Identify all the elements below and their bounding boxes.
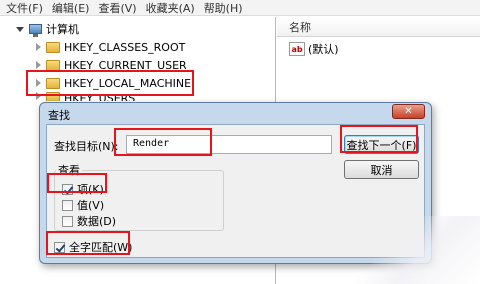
collapse-arrow-icon[interactable] (16, 26, 24, 32)
corner-watermark (330, 216, 480, 284)
values-checkbox[interactable] (62, 199, 73, 211)
dialog-title: 查找 (48, 109, 70, 122)
column-header-name[interactable]: 名称 (277, 17, 480, 37)
cancel-button[interactable]: 取消 (344, 160, 419, 179)
menu-view[interactable]: 查看(V) (98, 0, 136, 16)
highlight-match-whole (46, 231, 130, 255)
tree-item-label: HKEY_CLASSES_ROOT (64, 40, 186, 54)
menu-help[interactable]: 帮助(H) (204, 0, 243, 16)
menu-file[interactable]: 文件(F) (6, 0, 43, 16)
tree-item-computer[interactable]: 计算机 (16, 20, 79, 38)
expand-arrow-icon[interactable] (36, 61, 41, 69)
option-data[interactable]: 数据(D) (62, 213, 116, 229)
tree-item-classes-root[interactable]: HKEY_CLASSES_ROOT (36, 38, 185, 56)
menu-bar: 文件(F) 编辑(E) 查看(V) 收藏夹(A) 帮助(H) (0, 0, 480, 16)
column-header-label: 名称 (289, 20, 311, 34)
menu-favorites[interactable]: 收藏夹(A) (146, 0, 195, 16)
folder-icon (46, 41, 60, 53)
highlight-find-input (114, 128, 212, 156)
list-item[interactable]: ab (默认) (289, 41, 339, 57)
expand-arrow-icon[interactable] (36, 43, 41, 51)
highlight-keys-option (47, 173, 107, 193)
highlight-find-next (340, 125, 418, 153)
value-name: (默认) (308, 43, 339, 56)
computer-icon (29, 24, 42, 37)
folder-icon (46, 59, 60, 71)
data-checkbox[interactable] (62, 215, 73, 227)
option-values[interactable]: 值(V) (62, 197, 104, 213)
string-value-icon: ab (289, 42, 305, 56)
data-label: 数据(D) (77, 215, 117, 228)
values-label: 值(V) (77, 199, 105, 212)
close-button[interactable]: ✕ (392, 104, 425, 119)
close-icon: ✕ (404, 106, 413, 117)
highlight-local-machine (26, 70, 194, 96)
tree-item-label: 计算机 (46, 23, 79, 36)
menu-edit[interactable]: 编辑(E) (52, 0, 90, 16)
find-what-label: 查找目标(N): (54, 140, 119, 153)
